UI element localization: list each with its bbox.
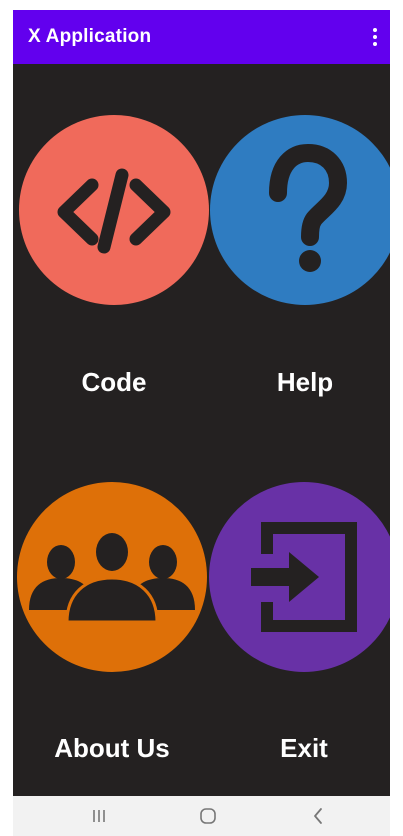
- exit-button[interactable]: [209, 482, 390, 672]
- back-icon[interactable]: [298, 800, 338, 832]
- more-vert-icon[interactable]: [360, 18, 390, 56]
- recents-icon[interactable]: [79, 800, 119, 832]
- question-icon: [269, 144, 347, 272]
- about-us-button[interactable]: [17, 482, 207, 672]
- help-label[interactable]: Help: [210, 367, 390, 398]
- home-icon[interactable]: [188, 800, 228, 832]
- code-label[interactable]: Code: [19, 367, 209, 398]
- group-icon: [29, 531, 195, 624]
- phone-screen: X Application Code Help About Us Exit: [13, 10, 390, 836]
- app-title: X Application: [28, 26, 152, 47]
- exit-label[interactable]: Exit: [209, 733, 390, 764]
- help-button[interactable]: [210, 115, 390, 305]
- about-us-label[interactable]: About Us: [17, 733, 207, 764]
- code-icon: [57, 168, 171, 254]
- code-button[interactable]: [19, 115, 209, 305]
- system-nav-bar: [13, 796, 390, 836]
- app-bar: X Application: [13, 10, 390, 64]
- exit-icon: [251, 522, 357, 632]
